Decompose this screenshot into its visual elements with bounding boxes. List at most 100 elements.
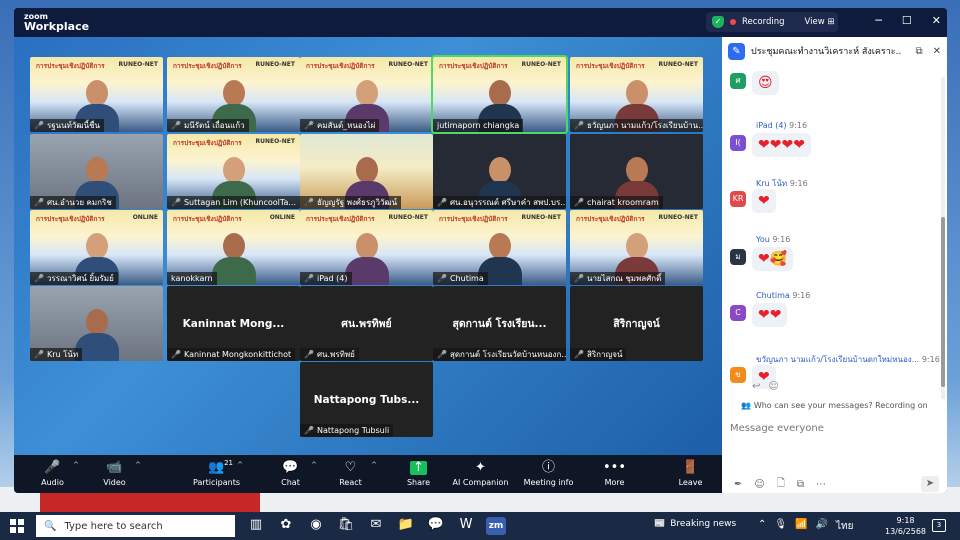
chevron-up-icon[interactable]: ^ (371, 461, 377, 469)
chat-edit-icon[interactable]: ✎ (728, 42, 745, 60)
video-tile[interactable]: การประชุมเชิงปฏิบัติการ RUNEO-NET 🎤 ธวัญนภา… (570, 57, 703, 132)
participants-button[interactable]: 👥 Participants ^ 21 (186, 455, 247, 493)
view-button[interactable]: View ⊞ (805, 17, 835, 27)
send-icon[interactable]: ➤ (921, 476, 939, 492)
zoom-window: zoom Workplace ✓ Recording View ⊞ ─ ☐ ✕ … (14, 8, 947, 493)
video-tile[interactable]: 🎤 ธัญญรัฐ พงศ์ธรภูวิวัฒน์ (300, 134, 433, 209)
video-tile[interactable]: 🎤 ศน.อนุวรรณต์ ศรีษาคำ สพป.บร... (433, 134, 566, 209)
recording-controls[interactable]: ✓ Recording View ⊞ (706, 12, 838, 32)
video-tile[interactable]: ศน.พรทิพย์ 🎤 ศน.พรทิพย์ (300, 286, 433, 361)
language-indicator[interactable]: ไทย (836, 519, 853, 534)
line-icon[interactable]: 💬 (426, 517, 446, 535)
video-tile[interactable]: การประชุมเชิงปฏิบัติการ RUNEO-NET 🎤 นายไสกณ… (570, 210, 703, 285)
word-icon[interactable]: W (456, 517, 476, 535)
virtual-background-badge: RUNEO-NET (118, 61, 158, 68)
sender-name[interactable]: You 9:16 (756, 235, 790, 244)
screenshot-icon[interactable]: ⧉ (797, 479, 804, 490)
chevron-up-icon[interactable]: ^ (237, 461, 243, 469)
clock[interactable]: 9:18 13/6/2568 (885, 515, 926, 537)
file-icon[interactable]: 🗋 (777, 476, 785, 493)
maximize-icon[interactable]: ☐ (902, 14, 912, 27)
popout-icon[interactable]: ⧉ (915, 46, 922, 57)
wifi-icon[interactable]: 📶 (795, 519, 807, 534)
video-button[interactable]: 📹 Video ^ (84, 455, 145, 493)
chat-scrollbar[interactable] (941, 77, 945, 399)
outlook-icon[interactable]: ✉ (366, 517, 386, 535)
participant-name-label: 🎤 คมสันต์_หนองไผ่ (300, 119, 380, 132)
who-can-see-link[interactable]: 👥 Who can see your messages? Recording o… (722, 401, 947, 410)
taskbar-search[interactable]: 🔍 Type here to search (36, 515, 235, 537)
video-tile[interactable]: Kaninnat Mong... 🎤 Kaninnat Mongkonkittich… (167, 286, 300, 361)
chat-message[interactable]: C Chutima 9:16 ❤❤ (730, 291, 935, 341)
more-button[interactable]: ••• More (584, 455, 645, 493)
zoom-taskbar-icon[interactable]: zm (486, 517, 506, 535)
chevron-up-icon[interactable]: ^ (135, 461, 141, 469)
network-icon[interactable]: ⌃ (758, 519, 766, 534)
participant-name-label: 🎤 ศน.อำนวย คมกริช (30, 196, 116, 209)
muted-mic-icon: 🎤 (34, 198, 44, 207)
sender-name[interactable]: ขวัญนภา นามแก้ว/โรงเรียนบ้านดกใหม่หนอง..… (756, 353, 940, 366)
ai-companion-label: AI Companion (452, 478, 509, 487)
notification-icon[interactable]: 3 (932, 519, 946, 532)
video-tile[interactable]: การประชุมเชิงปฏิบัติการ ONLINE 🎤 วรรณาวิศน์… (30, 210, 163, 285)
store-icon[interactable]: 🛍 (336, 517, 356, 535)
video-tile[interactable]: การประชุมเชิงปฏิบัติการ RUNEO-NET jutimapo… (431, 55, 568, 134)
muted-mic-icon: 🎤 (34, 350, 44, 359)
video-tile[interactable]: Nattapong Tubs... 🎤 Nattapong Tubsuli (300, 362, 433, 437)
video-tile[interactable]: 🎤 chairat kroomram (570, 134, 703, 209)
chat-message[interactable]: ศ 😍 (730, 71, 935, 121)
mic-tray-icon[interactable]: 🎙 (774, 519, 787, 534)
muted-mic-icon: 🎤 (437, 198, 447, 207)
chevron-up-icon[interactable]: ^ (73, 461, 79, 469)
news-widget[interactable]: 📰 Breaking news (654, 519, 736, 529)
minimize-icon[interactable]: ─ (875, 14, 882, 27)
video-tile[interactable]: 🎤 ศน.อำนวย คมกริช (30, 134, 163, 209)
muted-mic-icon: 🎤 (437, 350, 447, 359)
volume-icon[interactable]: 🔊 (816, 519, 828, 534)
video-tile[interactable]: การประชุมเชิงปฏิบัติการ ONLINE kanokkarn (167, 210, 300, 285)
format-icon[interactable]: ✒ (734, 479, 742, 490)
chevron-up-icon[interactable]: ^ (311, 461, 317, 469)
participant-video (211, 229, 256, 285)
copilot-icon[interactable]: ✿ (276, 517, 296, 535)
more-icon[interactable]: ⋯ (816, 479, 826, 490)
video-tile[interactable]: การประชุมเชิงปฏิบัติการ RUNEO-NET 🎤 iPad (4… (300, 210, 433, 285)
leave-button[interactable]: 🚪 Leave (660, 455, 721, 493)
participant-name-label: 🎤 วรรณาวิศน์ ยิ้มรัมย์ (30, 272, 118, 285)
audio-button[interactable]: 🎤 Audio ^ (22, 455, 83, 493)
video-tile[interactable]: สิริกาญจน์ 🎤 สิริกาญจน์ (570, 286, 703, 361)
chat-message[interactable]: KR Kru โน้ท 9:16 ❤ (730, 177, 935, 227)
close-icon[interactable]: ✕ (932, 14, 941, 27)
react-button[interactable]: ♡ React ^ (320, 455, 381, 493)
video-tile[interactable]: สุดกานต์ โรงเรียน... 🎤 สุดกานต์ โรงเรียนวั… (433, 286, 566, 361)
emoji-react-icon[interactable]: ☺ (768, 381, 778, 392)
meeting-info-button[interactable]: ⓘ Meeting info (518, 455, 579, 493)
chat-button[interactable]: 💬 Chat ^ (260, 455, 321, 493)
sender-name[interactable]: Chutima 9:16 (756, 291, 810, 300)
edge-icon[interactable]: ◉ (306, 517, 326, 535)
video-tile[interactable]: การประชุมเชิงปฏิบัติการ RUNEO-NET 🎤 รฐนนท์ว… (30, 57, 163, 132)
participant-name-label: 🎤 รฐนนท์วัฒนี้ชื่น (30, 119, 104, 132)
video-tile[interactable]: 🎤 Kru โน้ท (30, 286, 163, 361)
chat-input[interactable]: Message everyone (730, 423, 824, 434)
share-button[interactable]: ↑ Share (388, 455, 449, 493)
video-tile[interactable]: การประชุมเชิงปฏิบัติการ RUNEO-NET 🎤 Chutima (433, 210, 566, 285)
virtual-background-badge: ONLINE (269, 214, 295, 221)
chat-close-icon[interactable]: ✕ (933, 46, 941, 57)
chat-message[interactable]: ม You 9:16 ❤🥰 (730, 235, 935, 285)
emoji-icon[interactable]: ☺ (754, 479, 764, 490)
chat-message[interactable]: I(iPad (4) 9:16 ❤❤❤❤ (730, 121, 935, 171)
video-tile[interactable]: การประชุมเชิงปฏิบัติการ RUNEO-NET 🎤 คมสันต์… (300, 57, 433, 132)
task-view-icon[interactable]: ▥ (246, 517, 266, 535)
chat-messages[interactable]: ศ 😍 I(iPad (4) 9:16 ❤❤❤❤ KR Kru โน้ท 9:16 ❤ ม Yo… (722, 65, 940, 395)
participants-icon: 👥 (208, 460, 225, 475)
video-tile[interactable]: การประชุมเชิงปฏิบัติการ RUNEO-NET 🎤 มนีรัตน… (167, 57, 300, 132)
start-button[interactable] (10, 519, 24, 533)
video-tile[interactable]: การประชุมเชิงปฏิบัติการ RUNEO-NET 🎤 Suttaga… (167, 134, 300, 209)
message-time: 9:16 (921, 355, 940, 364)
muted-mic-icon: 🎤 (171, 350, 181, 359)
sender-name[interactable]: iPad (4) 9:16 (756, 121, 807, 130)
explorer-icon[interactable]: 📁 (396, 517, 416, 535)
ai-companion-button[interactable]: ✦ AI Companion (450, 455, 511, 493)
reply-icon[interactable]: ↩ (752, 381, 760, 392)
